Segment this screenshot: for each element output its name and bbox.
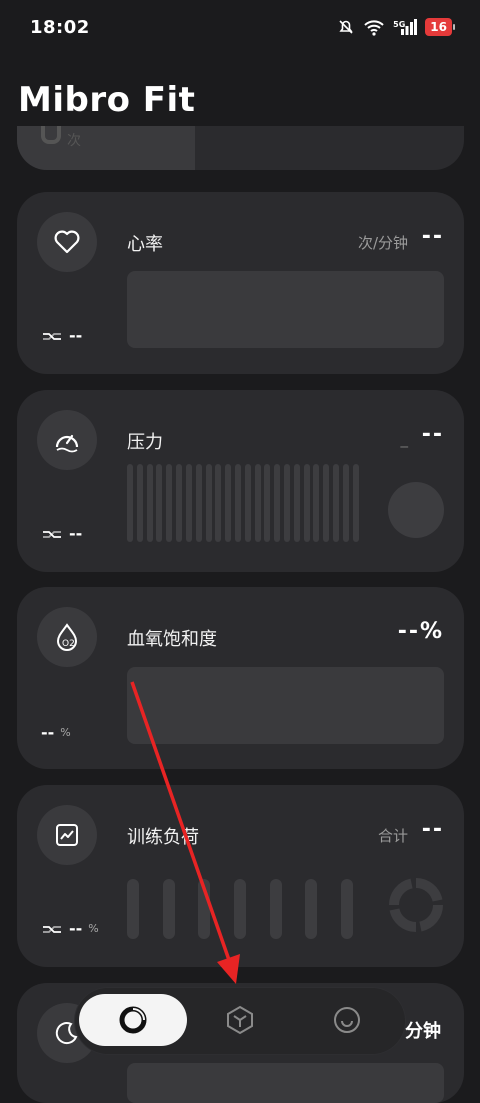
stress-bar: [225, 464, 232, 542]
training-load-bar: [127, 879, 139, 939]
gauge-icon: [55, 434, 79, 453]
heart-rate-value: --: [421, 224, 444, 249]
partial-card-unit: 次: [67, 133, 81, 149]
sleep-unit: 分钟: [405, 1021, 441, 1042]
stress-bar: [176, 464, 183, 542]
stress-bar: [293, 464, 300, 542]
training-load-bar: [162, 879, 175, 939]
svg-text:O2: O2: [62, 639, 75, 649]
heart-rate-card[interactable]: 心率 次/分钟 -- --: [17, 192, 464, 374]
stress-bar: [323, 464, 330, 542]
spo2-card[interactable]: O2 血氧饱和度 --% -- %: [17, 587, 464, 769]
stress-bar: [274, 464, 281, 542]
drop-icon-wrap: O2: [37, 607, 97, 667]
trend-chart-icon: [56, 824, 78, 846]
spo2-mini-unit: %: [60, 726, 71, 739]
stress-bar: [333, 464, 340, 542]
stress-bar: [303, 464, 310, 542]
stress-bar: [195, 464, 202, 542]
bottom-tab-bar: [75, 988, 405, 1054]
training-load-bar: [198, 879, 211, 939]
stress-bars: [127, 464, 359, 542]
network-type: 5G: [393, 20, 406, 29]
training-load-card[interactable]: 训练负荷 合计 -- -- %: [17, 785, 464, 967]
training-load-title: 训练负荷: [127, 827, 199, 848]
stress-mini: --: [41, 524, 82, 543]
devices-tab[interactable]: [220, 1000, 260, 1040]
stress-bar: [352, 464, 359, 542]
stress-bar: [127, 464, 133, 542]
stress-bar: [234, 464, 241, 542]
stress-card[interactable]: 压力 _ -- --: [17, 390, 464, 572]
stress-bar: [313, 464, 320, 542]
gauge-icon-wrap: [37, 410, 97, 470]
stress-value: --: [421, 422, 444, 447]
training-load-ring: [389, 878, 443, 932]
heart-rate-unit: 次/分钟: [357, 234, 408, 252]
stress-bar: [342, 464, 349, 542]
training-load-mini: -- %: [41, 919, 99, 938]
stress-bar: [215, 464, 222, 542]
heart-rate-mini: --: [41, 326, 82, 345]
heart-rate-mini-value: --: [69, 326, 83, 345]
stress-bar: [264, 464, 271, 542]
heart-icon: [54, 230, 80, 254]
trend-icon: [43, 530, 61, 538]
bell-muted-icon: [339, 20, 353, 34]
training-load-bar: [340, 879, 353, 939]
stress-bar: [254, 464, 261, 542]
stress-bar: [284, 464, 290, 542]
stress-bar: [205, 464, 212, 542]
trend-icon: [43, 925, 61, 933]
training-load-mini-value: --: [69, 919, 83, 938]
spo2-mini: -- %: [41, 723, 71, 742]
stress-title: 压力: [127, 432, 163, 453]
chart-icon-wrap: [37, 805, 97, 865]
blood-oxygen-icon: O2: [56, 623, 78, 651]
status-time: 18:02: [30, 17, 90, 38]
spo2-mini-value: --: [41, 723, 55, 742]
status-icons: 5G 16: [337, 18, 455, 36]
stress-bar: [156, 464, 163, 542]
training-load-mini-unit: %: [88, 922, 99, 935]
training-load-unit: 合计: [377, 827, 408, 845]
stress-bar: [244, 464, 251, 542]
training-load-bars: [127, 879, 353, 939]
smile-icon: [334, 1007, 360, 1033]
profile-tab[interactable]: [327, 1000, 367, 1040]
training-load-bar: [269, 879, 282, 939]
spo2-title: 血氧饱和度: [127, 629, 217, 650]
wifi-icon: [364, 20, 384, 36]
home-tab[interactable]: [79, 994, 187, 1046]
stress-mini-value: --: [69, 524, 83, 543]
signal-group: 5G: [393, 19, 418, 35]
stress-unit: _: [400, 430, 409, 448]
spo2-value: --%: [397, 619, 444, 644]
battery-badge: 16: [425, 18, 455, 36]
status-bar: 18:02 5G 16: [0, 0, 480, 56]
partial-card[interactable]: 次: [17, 126, 464, 170]
partial-card-digit: [41, 126, 61, 144]
training-load-bar: [305, 879, 318, 939]
stress-circle: [388, 482, 444, 538]
cube-icon: [227, 1005, 253, 1035]
trend-icon: [43, 332, 61, 340]
stress-bar: [136, 464, 143, 542]
heart-icon-wrap: [37, 212, 97, 272]
stress-bar: [166, 464, 173, 542]
heart-rate-title: 心率: [127, 234, 163, 255]
stress-bar: [185, 464, 192, 542]
app-title: Mibro Fit: [18, 80, 196, 120]
stress-bar: [146, 464, 153, 542]
ring-icon: [119, 1006, 147, 1034]
sleep-chart: [127, 1063, 444, 1103]
training-load-bar: [233, 879, 246, 939]
training-load-value: --: [421, 817, 444, 842]
spo2-chart: [127, 667, 444, 744]
heart-rate-chart: [127, 271, 444, 348]
